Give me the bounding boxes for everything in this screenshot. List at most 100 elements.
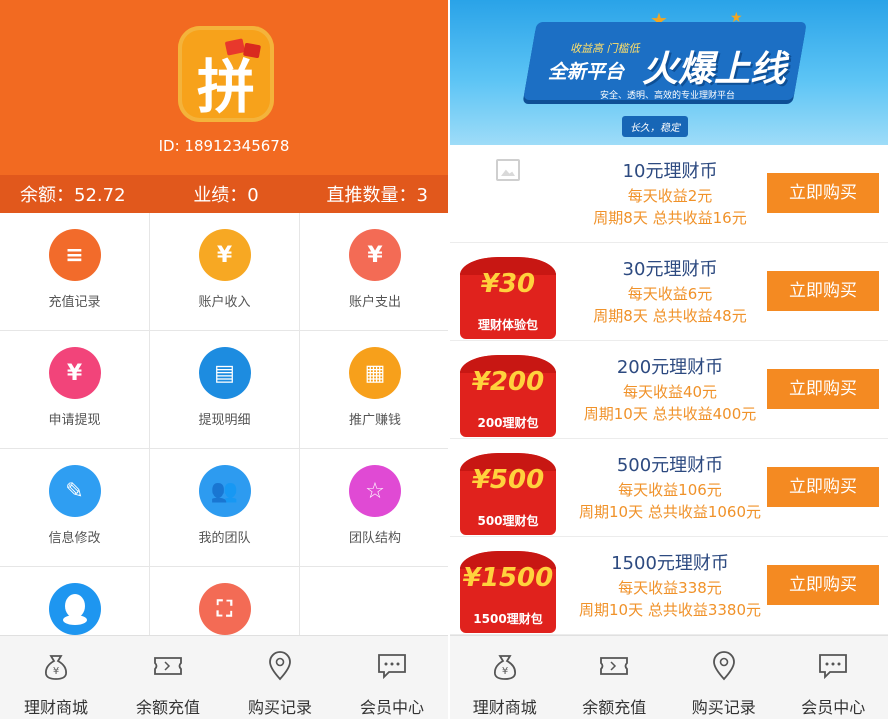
buy-now-button[interactable]: 立即购买 [767, 565, 879, 605]
app-logo: 拼 [178, 26, 274, 122]
menu-item[interactable]: ☆ 团队结构 [300, 449, 448, 566]
packet-amount: ¥30 [480, 269, 536, 299]
document-icon: ≡ [48, 229, 101, 281]
banner-subtitle: 收益高 门槛低 [570, 42, 640, 55]
menu-item[interactable]: ¥ 账户支出 [300, 213, 448, 330]
packet-amount: ¥500 [471, 465, 545, 495]
menu-item-label: 账户收入 [198, 295, 251, 310]
banner-title-large: 火爆上线 [642, 49, 787, 90]
menu-cell[interactable] [0, 567, 149, 638]
red-packet-image: ¥30 理财体验包 [460, 257, 556, 339]
list-icon: ▤ [198, 347, 251, 399]
promo-banner[interactable]: ★ ★ ★ 收益高 门槛低 全新平台 火爆上线 安全、透明、高效的专业理财平台 … [450, 0, 888, 145]
tab-label: 购买记录 [247, 698, 312, 717]
ticket-icon [154, 657, 182, 675]
chat-bubble-icon [819, 654, 848, 680]
balance-stat: 余额：52.72 [20, 185, 126, 206]
product-period-total: 周期10天 总共收益400元 [583, 405, 757, 423]
performance-stat: 业绩：0 [193, 185, 259, 206]
tab-label: 购买记录 [691, 698, 756, 717]
menu-item-label: 申请提现 [48, 413, 101, 428]
menu-item[interactable]: 👥 我的团队 [150, 449, 299, 566]
tab-finance-mall[interactable]: ¥ 理财商城 [450, 636, 560, 719]
product-row: ¥500 500理财包 500元理财币 每天收益106元 周期10天 总共收益1060元… [450, 439, 888, 537]
buy-now-button[interactable]: 立即购买 [767, 369, 879, 409]
product-list: 10元理财币 每天收益2元 周期8天 总共收益16元 立即购买 ¥30 理财体验包 30元理… [450, 145, 888, 635]
packet-caption: 500理财包 [477, 514, 539, 528]
location-pin-icon [269, 651, 291, 681]
product-daily-income: 每天收益106元 [618, 481, 722, 499]
team-icon: 👥 [198, 465, 251, 517]
member-center-screen: 拼 ID: 18912345678 余额：52.72 业绩：0 直推数量：3 ≡… [0, 0, 448, 719]
menu-item-label: 充值记录 [48, 295, 101, 310]
stats-bar: 余额：52.72 业绩：0 直推数量：3 [0, 175, 448, 213]
menu-item[interactable]: ▦ 推广赚钱 [300, 331, 448, 448]
menu-item[interactable]: ▤ 提现明细 [150, 331, 299, 448]
tab-label: 会员中心 [801, 698, 866, 717]
banner-pill: 长久，稳定 [622, 116, 688, 137]
qr-code-icon: ▦ [349, 347, 401, 399]
tab-recharge[interactable]: 余额充值 [560, 636, 670, 719]
product-name: 10元理财币 [622, 161, 718, 182]
tab-label: 会员中心 [359, 698, 424, 717]
packet-caption: 1500理财包 [473, 612, 543, 626]
product-name: 30元理财币 [622, 259, 718, 280]
tab-purchase-records[interactable]: 购买记录 [224, 636, 336, 719]
expand-icon: ⛶ [198, 583, 251, 635]
product-name: 1500元理财币 [611, 553, 729, 574]
bottom-tab-bar: ¥ 理财商城 余额充值 购买记录 会员中心 [0, 635, 448, 719]
banner-title-small: 全新平台 [548, 61, 625, 83]
menu-item[interactable]: ✎ 信息修改 [0, 449, 149, 566]
tab-label: 余额充值 [135, 698, 200, 717]
packet-caption: 200理财包 [477, 416, 539, 430]
red-packet-image: ¥1500 1500理财包 [460, 551, 556, 633]
ticket-icon [600, 657, 629, 675]
money-bag-icon: ¥ [493, 655, 516, 680]
tab-purchase-records[interactable]: 购买记录 [669, 636, 779, 719]
menu-grid: ≡ 充值记录 ¥ 账户收入 ¥ 账户支出 ¥ 申请提现 ▤ 提现明细 ▦ 推广赚钱 ✎ 信息修改 👥 我的团队… [0, 213, 448, 638]
chat-bubble-icon [378, 654, 406, 680]
product-daily-income: 每天收益338元 [618, 579, 722, 597]
product-period-total: 周期10天 总共收益1060元 [578, 503, 762, 521]
tab-finance-mall[interactable]: ¥ 理财商城 [0, 636, 112, 719]
packet-caption: 理财体验包 [477, 318, 538, 332]
buy-now-button[interactable]: 立即购买 [767, 467, 879, 507]
menu-item[interactable]: ≡ 充值记录 [0, 213, 149, 330]
product-row: ¥1500 1500理财包 1500元理财币 每天收益338元周期10天 总共收益33… [450, 537, 888, 635]
money-bag-pink-icon: ¥ [48, 347, 101, 399]
red-packet-image: ¥500 500理财包 [460, 453, 556, 535]
menu-cell[interactable]: ⛶ [150, 567, 299, 638]
menu-item[interactable]: ¥ 申请提现 [0, 331, 149, 448]
product-daily-income: 每天收益40元 [622, 383, 718, 401]
direct-count-stat: 直推数量：3 [326, 185, 428, 206]
location-pin-icon [712, 651, 735, 681]
finance-mall-screen: ★ ★ ★ 收益高 门槛低 全新平台 火爆上线 安全、透明、高效的专业理财平台 … [450, 0, 888, 719]
product-row: ¥30 理财体验包 30元理财币 每天收益6元 周期8天 总共收益48元 立即购买 [450, 243, 888, 341]
app-logo-glyph: 拼 [196, 53, 255, 121]
buy-now-button[interactable]: 立即购买 [767, 173, 879, 213]
product-name: 200元理财币 [616, 357, 724, 378]
tab-member-center[interactable]: 会员中心 [336, 636, 448, 719]
product-period-total: 周期10天 总共收益3380元 [578, 601, 762, 619]
bottom-tab-bar: ¥ 理财商城 余额充值 购买记录 会员中心 [450, 635, 888, 719]
edit-info-icon: ✎ [48, 465, 101, 517]
tab-recharge[interactable]: 余额充值 [112, 636, 224, 719]
menu-item-label: 提现明细 [198, 413, 251, 428]
money-bag-icon: ¥ [349, 229, 401, 281]
coin-hand-icon: ¥ [198, 229, 251, 281]
svg-text:¥: ¥ [53, 666, 59, 677]
tab-member-center[interactable]: 会员中心 [779, 636, 888, 719]
product-row: ¥200 200理财包 200元理财币 每天收益40元周期10天 总共收益400元 立即… [450, 341, 888, 439]
menu-item-label: 账户支出 [348, 295, 401, 310]
star-icon: ☆ [349, 465, 401, 517]
menu-item-label: 团队结构 [348, 531, 401, 546]
tab-label: 理财商城 [472, 698, 537, 717]
tab-label: 理财商城 [23, 698, 88, 717]
red-packet-image: ¥200 200理财包 [460, 355, 556, 437]
tab-label: 余额充值 [582, 698, 647, 717]
menu-item[interactable]: ¥ 账户收入 [150, 213, 299, 330]
menu-item-label: 我的团队 [198, 531, 251, 546]
banner-tagline: 安全、透明、高效的专业理财平台 [600, 91, 736, 101]
svg-text:¥: ¥ [502, 666, 508, 677]
buy-now-button[interactable]: 立即购买 [767, 271, 879, 311]
